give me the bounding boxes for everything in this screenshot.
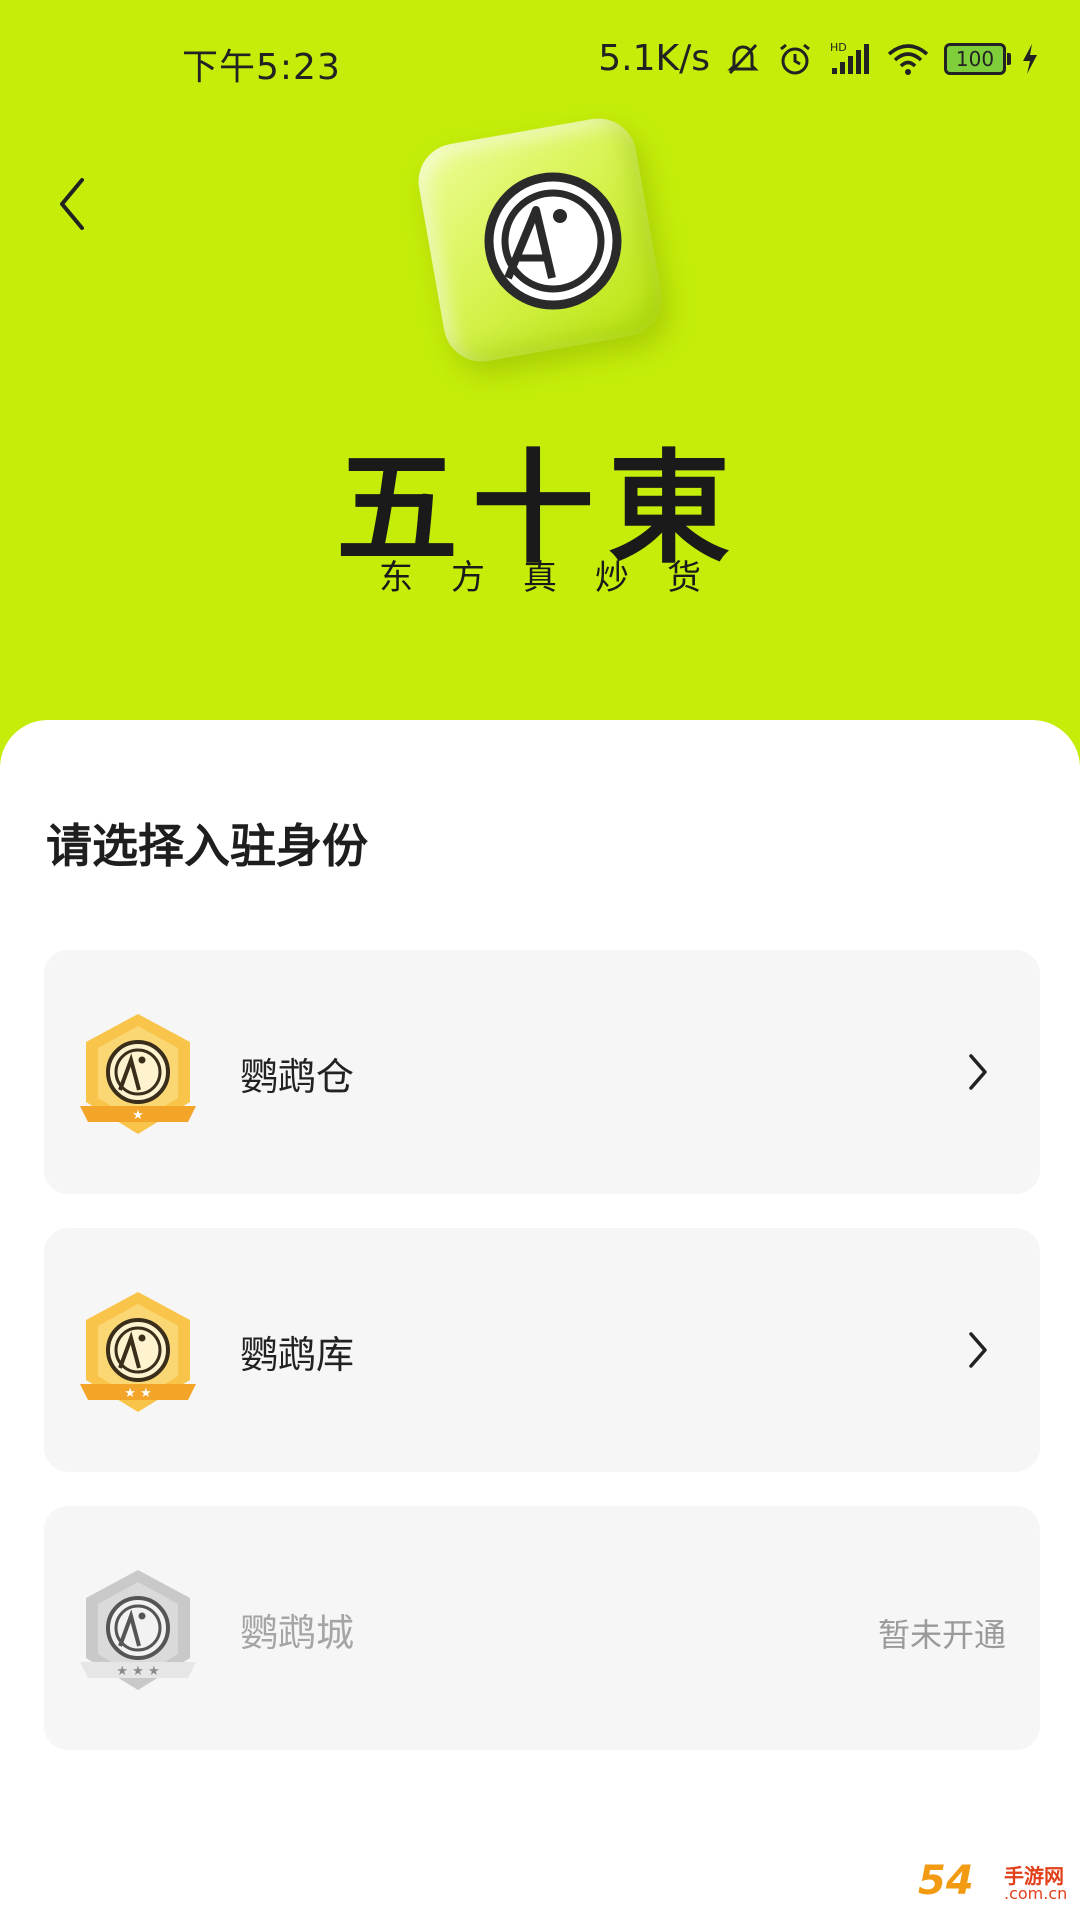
option-label: 鹦鹉库: [240, 1333, 355, 1377]
status-icons: 5.1K/s HD 100: [598, 38, 1040, 79]
mute-bell-icon: [727, 43, 759, 74]
option-status: 暂未开通: [877, 1616, 1006, 1654]
badge-two-star-icon: ★ ★: [80, 1292, 196, 1412]
site-watermark: 54 手游网 .com.cn: [918, 1856, 1068, 1912]
battery-level: 100: [955, 46, 995, 71]
back-button[interactable]: [44, 168, 104, 240]
battery-icon: 100: [944, 42, 1011, 75]
option-card-cheng: ★ ★ ★ 鹦鹉城 暂未开通: [44, 1506, 1040, 1750]
page-title: 请选择入驻身份: [46, 819, 368, 873]
svg-text:HD: HD: [830, 41, 847, 54]
network-speed: 5.1K/s: [598, 38, 710, 79]
brand-slogan: 东方真炒货: [379, 558, 739, 598]
svg-text:★: ★: [132, 1108, 144, 1123]
alarm-icon: [780, 43, 810, 74]
option-card-cang[interactable]: ★ 鹦鹉仓: [44, 950, 1040, 1194]
option-card-ku[interactable]: ★ ★ 鹦鹉库: [44, 1228, 1040, 1472]
svg-text:★ ★ ★: ★ ★ ★: [116, 1664, 159, 1679]
status-time: 下午5:23: [182, 47, 341, 88]
watermark-url: .com.cn: [1004, 1884, 1068, 1903]
badge-three-star-disabled-icon: ★ ★ ★: [80, 1570, 196, 1690]
charging-icon: [1023, 43, 1037, 74]
chevron-left-icon: [60, 178, 84, 230]
svg-text:★ ★: ★ ★: [124, 1386, 151, 1401]
identity-selection-sheet: 请选择入驻身份 ★ 鹦鹉仓 ★ ★ 鹦鹉库 ★ ★ ★ 鹦鹉城 暂未开通: [0, 720, 1080, 1920]
watermark-main: 54: [918, 1858, 974, 1904]
chevron-right-icon: [969, 1332, 987, 1368]
parrot-logo-icon: [484, 172, 622, 310]
option-label: 鹦鹉仓: [240, 1055, 355, 1099]
hd-signal-icon: HD: [830, 41, 869, 74]
badge-one-star-icon: ★: [80, 1014, 196, 1134]
wifi-icon: [887, 43, 929, 75]
option-label: 鹦鹉城: [240, 1611, 355, 1655]
status-bar: 下午5:23 5.1K/s HD 100: [0, 0, 1080, 120]
chevron-right-icon: [969, 1054, 987, 1090]
